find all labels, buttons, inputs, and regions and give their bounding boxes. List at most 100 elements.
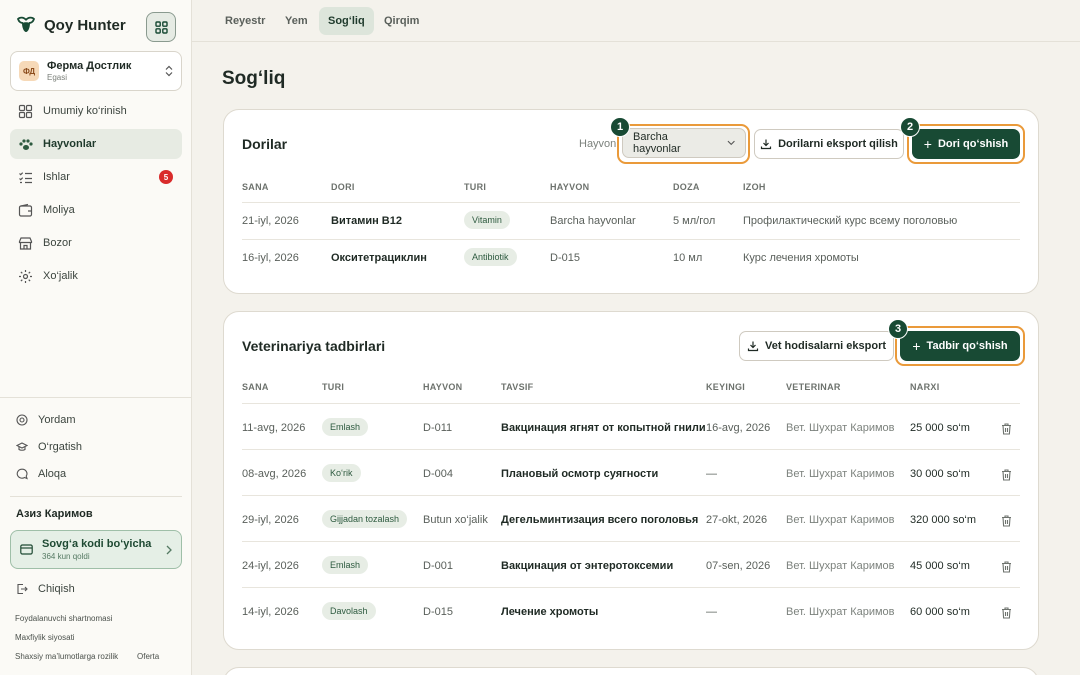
tab-registry[interactable]: Reyestr xyxy=(216,7,274,35)
sheep-logo-icon xyxy=(16,16,36,32)
logout-icon xyxy=(17,583,28,595)
cell-next-date: — xyxy=(706,468,717,480)
sidebar-item-market[interactable]: Bozor xyxy=(10,228,182,258)
cell-animal: D-015 xyxy=(423,606,453,618)
store-icon xyxy=(18,236,33,250)
sidebar-item-label: Ishlar xyxy=(43,171,70,183)
top-tabs: Reyestr Yem Sog‘liq Qirqim xyxy=(192,0,1080,42)
trash-icon[interactable] xyxy=(1001,561,1012,573)
type-pill: Ko‘rik xyxy=(322,464,361,482)
chevron-down-icon xyxy=(727,140,735,146)
trash-icon[interactable] xyxy=(1001,423,1012,435)
cell-veterinarian: Вет. Шухрат Каримов xyxy=(786,468,895,480)
cell-description: Плановый осмотр суягности xyxy=(501,468,659,480)
farm-switcher[interactable]: ФД Ферма Достлик Egasi xyxy=(10,51,182,91)
gift-code-card[interactable]: Sovg‘a kodi bo‘yicha 364 kun qoldi xyxy=(10,530,182,569)
type-pill: Antibiotik xyxy=(464,248,517,266)
cell-animal: D-011 xyxy=(423,422,453,434)
add-event-button[interactable]: + Tadbir qo‘shish xyxy=(900,331,1020,361)
download-icon xyxy=(760,139,772,150)
gift-subtitle: 364 kun qoldi xyxy=(42,552,90,561)
row-divider xyxy=(242,239,1020,240)
paw-icon xyxy=(19,138,33,150)
cell-animal: Butun xo‘jalik xyxy=(423,514,488,526)
help-link[interactable]: Yordam xyxy=(16,414,76,426)
download-icon xyxy=(747,341,759,352)
sidebar-item-label: Bozor xyxy=(43,237,72,249)
logout-button[interactable]: Chiqish xyxy=(16,583,75,595)
cell-next-date: — xyxy=(706,606,717,618)
col-header: NARXI xyxy=(910,382,940,392)
trash-icon[interactable] xyxy=(1001,607,1012,619)
consent-link[interactable]: Shaxsiy ma’lumotlarga rozilik xyxy=(15,652,118,661)
app-name: Qoy Hunter xyxy=(44,16,126,34)
terms-link[interactable]: Foydalanuvchi shartnomasi xyxy=(15,614,112,623)
trash-icon[interactable] xyxy=(1001,515,1012,527)
cell-date: 08-avg, 2026 xyxy=(242,468,307,480)
sidebar-item-overview[interactable]: Umumiy ko‘rinish xyxy=(10,96,182,126)
tab-shearing[interactable]: Qirqim xyxy=(375,7,428,35)
add-medicine-button[interactable]: + Dori qo‘shish xyxy=(912,129,1020,159)
cell-animal: D-015 xyxy=(550,252,580,264)
cell-description: Вакцинация от энтеротоксемии xyxy=(501,560,674,572)
sidebar-nav: Umumiy ko‘rinish Hayvonlar Ishlar 5 Moli… xyxy=(10,96,182,294)
sidebar-item-tasks[interactable]: Ishlar 5 xyxy=(10,162,182,192)
export-vet-button[interactable]: Vet hodisalarni eksport xyxy=(739,331,894,361)
cell-date: 24-iyl, 2026 xyxy=(242,560,299,572)
sidebar: Qoy Hunter ФД Ферма Достлик Egasi Umumiy… xyxy=(0,0,192,675)
graduation-cap-icon xyxy=(16,442,28,451)
tutorial-link[interactable]: O‘rgatish xyxy=(16,441,82,453)
lifebuoy-icon xyxy=(16,414,28,426)
sidebar-item-farm-settings[interactable]: Xo‘jalik xyxy=(10,261,182,291)
cell-next-date: 07-sen, 2026 xyxy=(706,560,771,572)
farm-avatar: ФД xyxy=(19,61,39,81)
cell-price: 30 000 so‘m xyxy=(910,468,970,480)
cell-description: Вакцинация ягнят от копытной гнили xyxy=(501,422,706,434)
cell-veterinarian: Вет. Шухрат Каримов xyxy=(786,606,895,618)
sidebar-item-finance[interactable]: Moliya xyxy=(10,195,182,225)
export-medicines-button[interactable]: Dorilarni eksport qilish xyxy=(754,129,904,159)
tab-health[interactable]: Sog‘liq xyxy=(319,7,374,35)
user-name: Азиз Каримов xyxy=(16,508,93,520)
page-title: Sog‘liq xyxy=(222,68,286,89)
cell-date: 16-iyl, 2026 xyxy=(242,252,299,264)
animal-filter-label: Hayvon xyxy=(579,138,617,150)
type-pill: Vitamin xyxy=(464,211,510,229)
export-vet-label: Vet hodisalarni eksport xyxy=(764,340,887,352)
tab-feed[interactable]: Yem xyxy=(276,7,317,35)
privacy-link[interactable]: Maxfiylik siyosati xyxy=(15,633,75,642)
col-header: HAYVON xyxy=(550,182,590,192)
table-divider xyxy=(242,403,1020,404)
apps-grid-button[interactable] xyxy=(146,12,176,42)
vet-title: Veterinariya tadbirlari xyxy=(242,338,386,354)
table-divider xyxy=(242,202,1020,203)
gift-title: Sovg‘a kodi bo‘yicha xyxy=(42,538,152,550)
cell-date: 14-iyl, 2026 xyxy=(242,606,299,618)
medicines-card: Dorilar Hayvon Barcha hayvonlar Dorilarn… xyxy=(223,109,1039,294)
row-divider xyxy=(242,587,1020,588)
chevron-updown-icon xyxy=(165,65,173,77)
tasks-count-badge: 5 xyxy=(159,170,173,184)
offer-link[interactable]: Oferta xyxy=(137,652,159,661)
cell-animal: Barcha hayvonlar xyxy=(550,215,636,227)
sidebar-item-label: Umumiy ko‘rinish xyxy=(43,105,127,117)
cell-date: 21-iyl, 2026 xyxy=(242,215,299,227)
type-pill: Emlash xyxy=(322,556,369,574)
marker-3: 3 xyxy=(888,319,908,339)
trash-icon[interactable] xyxy=(1001,469,1012,481)
sidebar-item-animals[interactable]: Hayvonlar xyxy=(10,129,182,159)
export-medicines-label: Dorilarni eksport qilish xyxy=(778,138,898,150)
contact-link[interactable]: Aloqa xyxy=(16,468,66,480)
wallet-icon xyxy=(18,203,33,217)
app-logo[interactable]: Qoy Hunter xyxy=(16,16,126,34)
cell-description: Лечение хромоты xyxy=(501,606,599,618)
col-header: DORI xyxy=(331,182,355,192)
grid-icon xyxy=(154,20,168,34)
cell-note: Профилактический курс всему поголовью xyxy=(743,215,958,227)
animal-filter-value: Barcha hayvonlar xyxy=(633,131,681,155)
plus-icon: + xyxy=(923,136,932,152)
gear-icon xyxy=(19,269,32,283)
animal-filter-select[interactable]: Barcha hayvonlar xyxy=(622,128,746,158)
plus-icon: + xyxy=(912,338,921,354)
cell-veterinarian: Вет. Шухрат Каримов xyxy=(786,514,895,526)
